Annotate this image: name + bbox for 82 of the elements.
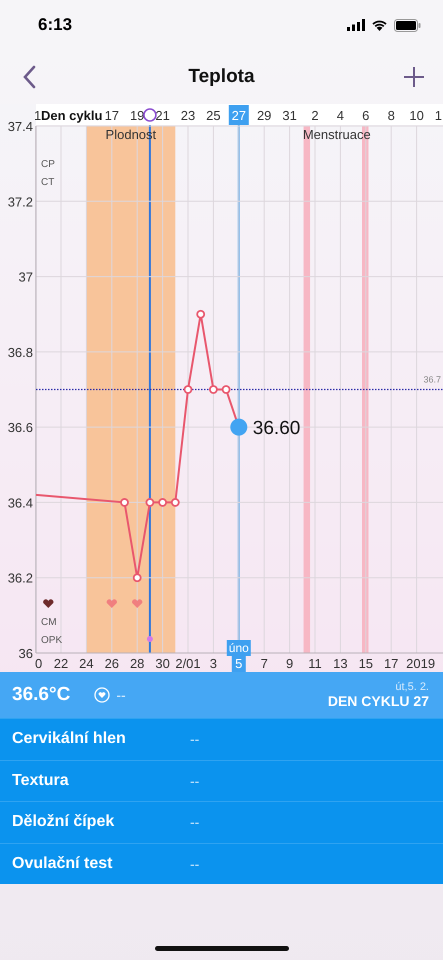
- y-axis-label: 37.4: [8, 119, 33, 134]
- detail-value: --: [190, 814, 200, 830]
- screen-title: Teplota: [188, 66, 255, 88]
- status-time: 6:13: [38, 15, 72, 35]
- signal-icon: [347, 19, 365, 31]
- y-axis-label: 36.2: [8, 570, 33, 586]
- detail-label: Ovulační test: [12, 854, 114, 873]
- selected-reading: 36.60: [252, 418, 300, 440]
- detail-value: --: [190, 772, 200, 789]
- ovulation-icon: [143, 108, 157, 122]
- data-point: [146, 498, 154, 507]
- y-axis-label: 37: [18, 270, 33, 285]
- cycle-day-label: 29: [256, 108, 272, 123]
- cycle-day-label: 8: [388, 108, 395, 123]
- data-point: [170, 498, 180, 507]
- y-axis-label: 36: [18, 646, 33, 661]
- detail-label: Cervikální hlen: [12, 730, 127, 748]
- cycle-day-label: 10: [409, 108, 424, 123]
- cycle-day-label: 4: [336, 108, 344, 123]
- cycle-day-label: 2: [311, 108, 319, 123]
- data-point: [196, 310, 206, 319]
- detail-row[interactable]: Cervikální hlen --: [0, 718, 443, 760]
- detail-row[interactable]: Děložní čípek --: [0, 801, 443, 842]
- y-axis-label: 37.2: [8, 194, 33, 210]
- cycle-day-label: 19: [130, 108, 144, 123]
- data-point: [158, 498, 167, 507]
- x-axis-label: 28: [130, 656, 144, 671]
- x-axis-label: 5: [232, 654, 246, 672]
- row-label: CT: [41, 177, 54, 188]
- data-point: [184, 385, 192, 394]
- x-axis-label: 30: [155, 656, 170, 671]
- cycle-day-label: 23: [180, 108, 196, 123]
- cycle-day-label: 31: [282, 108, 297, 123]
- x-axis-label: 2/01: [175, 656, 201, 671]
- row-label: CM: [41, 617, 57, 628]
- data-point: [132, 573, 142, 582]
- detail-value: --: [190, 731, 200, 748]
- y-axis-label: 36.8: [8, 344, 33, 360]
- x-axis-label: 15: [358, 656, 374, 671]
- x-axis-label: 7: [260, 656, 268, 671]
- row-label: OPK: [41, 635, 62, 646]
- x-axis-label: 17: [384, 656, 398, 671]
- wifi-icon: [371, 19, 388, 31]
- x-axis-label: 2019: [406, 656, 436, 671]
- x-tick-label: 5: [235, 656, 242, 671]
- detail-row[interactable]: Textura --: [0, 760, 443, 801]
- y-axis-label: 36.4: [8, 495, 33, 510]
- cycle-day-label: 1: [434, 108, 442, 123]
- intercourse-value: --: [116, 687, 126, 703]
- coverline-label: 36.7: [423, 374, 441, 384]
- cycle-day-heading: Den cyklu: [41, 108, 102, 123]
- detail-label: Textura: [12, 772, 70, 790]
- x-axis-label: 3: [210, 656, 218, 671]
- x-axis-label: 0: [34, 656, 42, 671]
- row-label: CP: [41, 159, 55, 170]
- cycle-day-label: 25: [206, 108, 221, 123]
- x-axis-label: 26: [104, 656, 120, 671]
- cycle-day-label: 17: [104, 108, 120, 123]
- battery-icon: [394, 18, 421, 32]
- x-axis-label: 9: [286, 656, 294, 671]
- plus-icon: [403, 66, 425, 88]
- chevron-left-icon: [22, 65, 36, 89]
- data-point: [209, 385, 218, 394]
- cycle-day-label: 1: [34, 108, 42, 123]
- data-point: [222, 385, 230, 394]
- x-axis-label: 13: [333, 656, 348, 671]
- x-axis-label: 22: [54, 656, 68, 671]
- y-axis-label: 36.6: [8, 420, 33, 436]
- cycle-day-label: 6: [362, 108, 370, 123]
- temperature-value: 36.6°C: [12, 684, 70, 706]
- period-label: Menstruace: [302, 127, 371, 142]
- detail-value: --: [190, 856, 200, 872]
- cycle-day-label: 27: [228, 105, 249, 125]
- detail-row[interactable]: Ovulační test --: [0, 842, 443, 884]
- detail-label: Děložní čípek: [12, 813, 116, 832]
- cycle-day-value: DEN CYKLU 27: [328, 693, 429, 709]
- selected-point: [230, 418, 248, 436]
- date-label: út,5. 2.: [395, 681, 429, 693]
- x-axis-label: 24: [79, 656, 94, 671]
- x-axis-label: 11: [308, 656, 322, 671]
- cycle-day-label: 21: [155, 108, 170, 123]
- data-point: [120, 498, 129, 507]
